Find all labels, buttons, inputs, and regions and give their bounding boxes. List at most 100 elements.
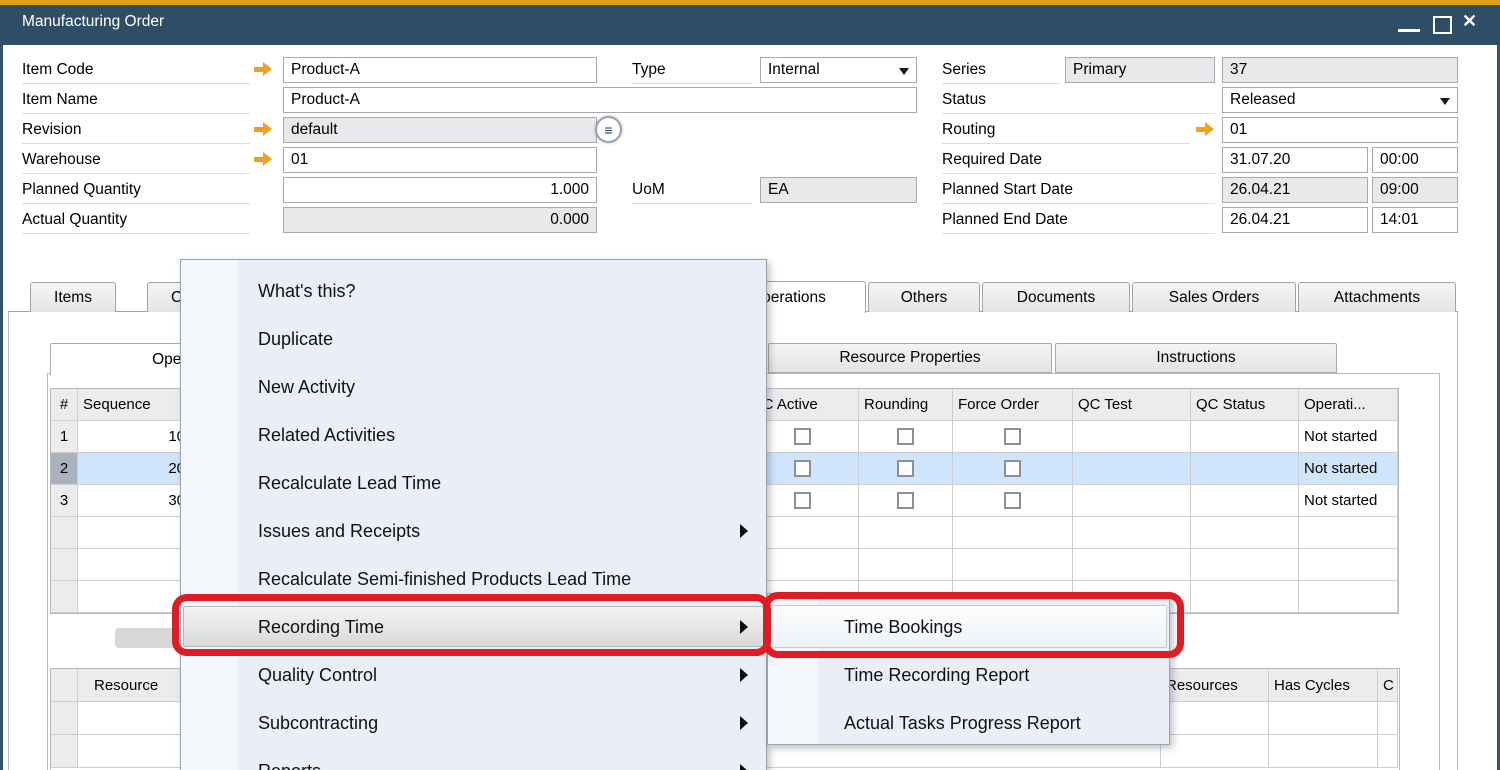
checkbox[interactable] — [794, 460, 811, 477]
dropdown-arrow-icon[interactable] — [899, 68, 909, 75]
table-cell[interactable] — [859, 549, 953, 581]
qc-test-cell[interactable] — [1073, 453, 1191, 485]
maximize-icon[interactable] — [1433, 16, 1452, 34]
row-header[interactable] — [51, 702, 78, 735]
tab-documents[interactable]: Documents — [982, 282, 1130, 312]
row-header[interactable]: 2 — [51, 453, 78, 485]
table-cell[interactable] — [1161, 702, 1269, 735]
series-name-field[interactable]: Primary — [1065, 57, 1215, 83]
checkbox[interactable] — [1004, 492, 1021, 509]
menu-item-quality-control[interactable]: Quality Control — [181, 651, 766, 699]
rounding-cell[interactable] — [859, 453, 953, 485]
link-arrow-icon[interactable] — [252, 152, 274, 167]
planned-start-time-field[interactable]: 09:00 — [1372, 177, 1458, 203]
sequence-cell[interactable]: 30 — [78, 485, 191, 517]
tab-others[interactable]: Others — [868, 282, 980, 312]
force-order-cell[interactable] — [953, 453, 1073, 485]
table-cell[interactable] — [78, 549, 191, 581]
revision-menu-button[interactable]: ≡ — [595, 116, 622, 143]
qc-test-cell[interactable] — [1073, 421, 1191, 453]
planned-end-time-field[interactable]: 14:01 — [1372, 207, 1458, 233]
menu-item-related-activities[interactable]: Related Activities — [181, 411, 766, 459]
row-header[interactable] — [51, 581, 78, 613]
row-header[interactable] — [51, 549, 78, 581]
menu-item-reports[interactable]: Reports — [181, 747, 766, 770]
checkbox[interactable] — [794, 428, 811, 445]
planned-start-date-field[interactable]: 26.04.21 — [1222, 177, 1368, 203]
menu-item-recalc-semifinished[interactable]: Recalculate Semi-finished Products Lead … — [181, 555, 766, 603]
status-dropdown[interactable]: Released — [1222, 87, 1458, 113]
submenu-item-actual-tasks-progress-report[interactable]: Actual Tasks Progress Report — [768, 699, 1169, 745]
checkbox[interactable] — [897, 428, 914, 445]
operation-status-cell[interactable]: Not started — [1299, 421, 1398, 453]
table-cell[interactable] — [859, 517, 953, 549]
menu-item-subcontracting[interactable]: Subcontracting — [181, 699, 766, 747]
menu-item-recalculate-lead-time[interactable]: Recalculate Lead Time — [181, 459, 766, 507]
qc-test-cell[interactable] — [1073, 485, 1191, 517]
item-name-field[interactable]: Product-A — [283, 87, 917, 113]
actual-quantity-field[interactable]: 0.000 — [283, 207, 597, 233]
sequence-cell[interactable]: 10 — [78, 421, 191, 453]
table-cell[interactable] — [1299, 517, 1398, 549]
table-cell[interactable] — [1073, 549, 1191, 581]
type-dropdown[interactable]: Internal — [760, 57, 917, 83]
operation-status-cell[interactable]: Not started — [1299, 485, 1398, 517]
subtab-instructions[interactable]: Instructions — [1055, 343, 1337, 373]
required-date-field[interactable]: 31.07.20 — [1222, 147, 1368, 173]
table-cell[interactable] — [1269, 735, 1378, 768]
rounding-cell[interactable] — [859, 421, 953, 453]
link-arrow-icon[interactable] — [252, 122, 274, 137]
table-cell[interactable] — [1161, 735, 1269, 768]
close-icon[interactable]: ✕ — [1462, 11, 1477, 32]
checkbox[interactable] — [897, 460, 914, 477]
dropdown-arrow-icon[interactable] — [1440, 98, 1450, 105]
table-cell[interactable] — [1378, 702, 1398, 735]
required-time-field[interactable]: 00:00 — [1372, 147, 1458, 173]
submenu-item-time-bookings[interactable]: Time Bookings — [768, 603, 1169, 651]
table-cell[interactable] — [1378, 735, 1398, 768]
tab-attachments[interactable]: Attachments — [1298, 282, 1456, 312]
link-arrow-icon[interactable] — [252, 62, 274, 77]
warehouse-field[interactable]: 01 — [283, 147, 597, 173]
force-order-cell[interactable] — [953, 421, 1073, 453]
tab-sales-orders[interactable]: Sales Orders — [1132, 282, 1296, 312]
checkbox[interactable] — [1004, 428, 1021, 445]
checkbox[interactable] — [897, 492, 914, 509]
table-cell[interactable] — [1299, 581, 1398, 613]
submenu-item-time-recording-report[interactable]: Time Recording Report — [768, 651, 1169, 699]
qc-status-cell[interactable] — [1191, 453, 1299, 485]
uom-field[interactable]: EA — [760, 177, 917, 203]
table-cell[interactable] — [953, 517, 1073, 549]
link-arrow-icon[interactable] — [1194, 122, 1216, 137]
row-header[interactable]: 1 — [51, 421, 78, 453]
checkbox[interactable] — [1004, 460, 1021, 477]
rounding-cell[interactable] — [859, 485, 953, 517]
subtab-resource-properties[interactable]: Resource Properties — [768, 343, 1052, 373]
table-cell[interactable] — [953, 549, 1073, 581]
table-cell[interactable] — [78, 581, 191, 613]
menu-item-duplicate[interactable]: Duplicate — [181, 315, 766, 363]
checkbox[interactable] — [794, 492, 811, 509]
table-cell[interactable] — [78, 517, 191, 549]
operation-status-cell[interactable]: Not started — [1299, 453, 1398, 485]
menu-item-new-activity[interactable]: New Activity — [181, 363, 766, 411]
table-cell[interactable] — [1191, 581, 1299, 613]
menu-item-whats-this[interactable]: What's this? — [181, 267, 766, 315]
row-header[interactable] — [51, 735, 78, 768]
table-cell[interactable] — [1191, 549, 1299, 581]
row-header[interactable]: 3 — [51, 485, 78, 517]
sequence-cell[interactable]: 20 — [78, 453, 191, 485]
force-order-cell[interactable] — [953, 485, 1073, 517]
table-cell[interactable] — [1191, 517, 1299, 549]
qc-status-cell[interactable] — [1191, 485, 1299, 517]
planned-end-date-field[interactable]: 26.04.21 — [1222, 207, 1368, 233]
menu-item-issues-and-receipts[interactable]: Issues and Receipts — [181, 507, 766, 555]
table-cell[interactable] — [1073, 517, 1191, 549]
table-cell[interactable] — [1269, 702, 1378, 735]
horizontal-scrollbar-thumb[interactable] — [115, 628, 183, 648]
series-number-field[interactable]: 37 — [1222, 57, 1458, 83]
item-code-field[interactable]: Product-A — [283, 57, 597, 83]
minimize-icon[interactable] — [1398, 29, 1420, 32]
table-cell[interactable] — [1299, 549, 1398, 581]
qc-status-cell[interactable] — [1191, 421, 1299, 453]
